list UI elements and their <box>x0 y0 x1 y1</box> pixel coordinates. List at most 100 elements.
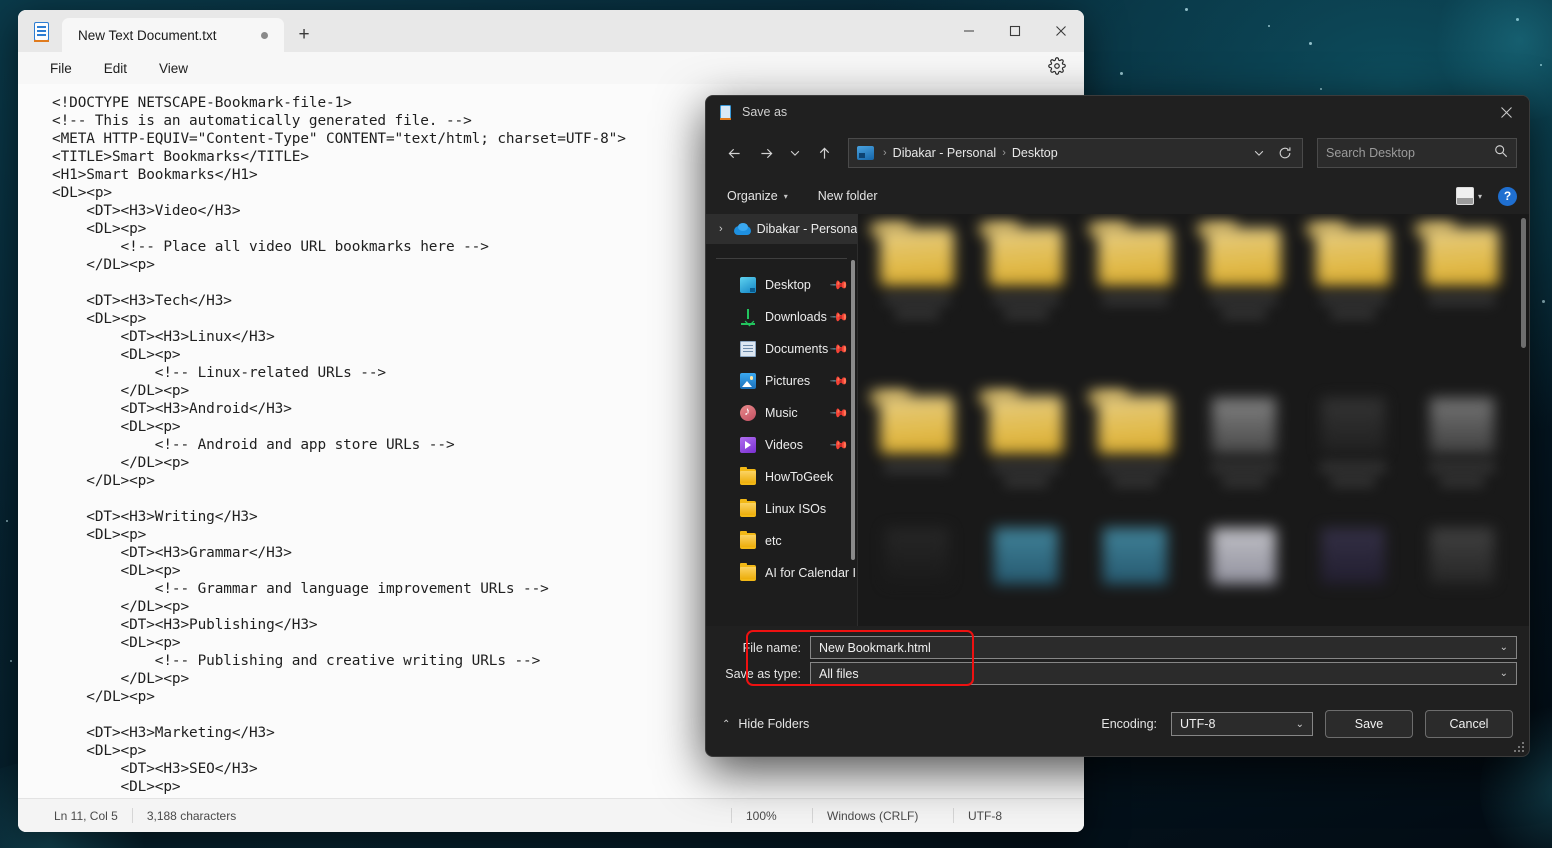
pin-icon[interactable]: 📌 <box>829 307 849 327</box>
maximize-button[interactable] <box>992 10 1038 52</box>
sidebar-item-label: Music <box>765 406 798 420</box>
breadcrumb-desktop[interactable]: Desktop <box>1012 146 1058 160</box>
pin-icon[interactable]: 📌 <box>829 275 849 295</box>
sidebar-item-ai-for-calendar[interactable]: AI for Calendar I <box>706 557 857 589</box>
file-item[interactable] <box>1080 220 1189 330</box>
sidebar-divider <box>716 258 847 259</box>
arrow-right-icon[interactable] <box>750 137 782 169</box>
sidebar-item-label: Linux ISOs <box>765 502 826 516</box>
sidebar-item-music[interactable]: Music 📌 <box>706 397 857 429</box>
sidebar-item-documents[interactable]: Documents 📌 <box>706 333 857 365</box>
menu-view[interactable]: View <box>143 57 204 80</box>
sidebar-item-howtogeek[interactable]: HowToGeek <box>706 461 857 493</box>
file-item[interactable] <box>862 220 971 330</box>
file-item[interactable] <box>1298 388 1407 498</box>
chevron-right-icon[interactable]: › <box>714 223 728 235</box>
hide-folders-button[interactable]: ⌃ Hide Folders <box>722 717 809 731</box>
new-folder-button[interactable]: New folder <box>809 184 887 208</box>
new-tab-button[interactable]: + <box>284 18 324 52</box>
sidebar-item-videos[interactable]: Videos 📌 <box>706 429 857 461</box>
star <box>1309 42 1312 45</box>
help-button[interactable]: ? <box>1498 187 1517 206</box>
file-item[interactable] <box>1189 518 1298 626</box>
sidebar-item-label: Videos <box>765 438 803 452</box>
chevron-down-icon[interactable]: ⌄ <box>1500 668 1508 679</box>
dialog-title: Save as <box>742 105 787 119</box>
file-item[interactable] <box>1407 220 1516 330</box>
chevron-down-icon[interactable]: ⌄ <box>1296 719 1304 730</box>
status-line-ending[interactable]: Windows (CRLF) <box>813 809 953 823</box>
address-bar[interactable]: › Dibakar - Personal › Desktop <box>848 138 1303 168</box>
search-box[interactable] <box>1317 138 1517 168</box>
arrow-left-icon[interactable] <box>718 137 750 169</box>
sidebar-item-label: etc <box>765 534 782 548</box>
file-item[interactable] <box>971 388 1080 498</box>
sidebar-item-dibakar-personal[interactable]: › Dibakar - Personal <box>706 214 857 244</box>
menu-file[interactable]: File <box>34 57 88 80</box>
pin-icon[interactable]: 📌 <box>829 339 849 359</box>
file-list[interactable] <box>857 214 1529 626</box>
save-as-type-value: All files <box>819 667 859 681</box>
resize-grip[interactable] <box>1514 742 1524 752</box>
file-item[interactable] <box>971 220 1080 330</box>
save-as-dialog: Save as › Dibakar - Personal › <box>705 95 1530 757</box>
star <box>6 520 8 522</box>
sidebar-root-label: Dibakar - Personal <box>757 222 857 236</box>
save-button[interactable]: Save <box>1325 710 1413 738</box>
sidebar-item-desktop[interactable]: Desktop 📌 <box>706 269 857 301</box>
sidebar-item-label: Desktop <box>765 278 811 292</box>
tab-modified-indicator[interactable] <box>261 32 268 39</box>
view-mode-icon[interactable] <box>1456 187 1474 205</box>
chevron-up-icon: ⌃ <box>722 719 730 730</box>
encoding-value: UTF-8 <box>1180 717 1215 731</box>
file-item[interactable] <box>1080 388 1189 498</box>
pin-icon[interactable]: 📌 <box>829 371 849 391</box>
breadcrumb-separator: › <box>877 147 893 159</box>
refresh-icon[interactable] <box>1272 140 1298 166</box>
sidebar-item-downloads[interactable]: Downloads 📌 <box>706 301 857 333</box>
file-item[interactable] <box>1298 220 1407 330</box>
close-button[interactable] <box>1038 10 1084 52</box>
pin-icon[interactable]: 📌 <box>829 403 849 423</box>
file-item[interactable] <box>1407 388 1516 498</box>
chevron-down-icon[interactable] <box>1246 140 1272 166</box>
gear-icon[interactable] <box>1048 57 1070 79</box>
breadcrumb-dibakar-personal[interactable]: Dibakar - Personal <box>893 146 997 160</box>
arrow-up-icon[interactable] <box>808 137 840 169</box>
file-item[interactable] <box>1298 518 1407 626</box>
tab-new-text-document[interactable]: New Text Document.txt <box>62 18 284 52</box>
sidebar-item-linux-isos[interactable]: Linux ISOs <box>706 493 857 525</box>
search-icon[interactable] <box>1494 144 1508 163</box>
file-list-scrollbar[interactable] <box>1521 218 1526 348</box>
file-item[interactable] <box>1189 220 1298 330</box>
sidebar-item-etc[interactable]: etc <box>706 525 857 557</box>
file-item[interactable] <box>1080 518 1189 626</box>
notepad-menubar: File Edit View <box>18 52 1084 84</box>
pin-icon[interactable]: 📌 <box>829 435 849 455</box>
sidebar-scrollbar[interactable] <box>851 260 855 560</box>
save-as-type-select[interactable]: All files ⌄ <box>810 662 1517 685</box>
chevron-down-icon[interactable]: ▾ <box>1478 192 1482 201</box>
minimize-button[interactable] <box>946 10 992 52</box>
dialog-toolbar: Organize ▾ New folder ▾ ? <box>706 178 1529 214</box>
file-item[interactable] <box>862 518 971 626</box>
folder-icon <box>740 501 756 517</box>
status-encoding[interactable]: UTF-8 <box>954 809 1084 823</box>
chevron-down-icon[interactable]: ⌄ <box>1500 642 1508 653</box>
organize-button[interactable]: Organize ▾ <box>718 184 797 208</box>
search-input[interactable] <box>1326 146 1494 160</box>
file-item[interactable] <box>1189 388 1298 498</box>
star <box>1120 72 1123 75</box>
encoding-select[interactable]: UTF-8 ⌄ <box>1171 712 1313 736</box>
chevron-down-icon[interactable] <box>782 137 808 169</box>
close-icon[interactable] <box>1483 96 1529 128</box>
status-zoom-level[interactable]: 100% <box>732 809 812 823</box>
notepad-icon <box>718 104 733 121</box>
file-item[interactable] <box>1407 518 1516 626</box>
menu-edit[interactable]: Edit <box>88 57 143 80</box>
file-name-input[interactable]: New Bookmark.html ⌄ <box>810 636 1517 659</box>
sidebar-item-pictures[interactable]: Pictures 📌 <box>706 365 857 397</box>
file-item[interactable] <box>862 388 971 498</box>
cancel-button[interactable]: Cancel <box>1425 710 1513 738</box>
file-item[interactable] <box>971 518 1080 626</box>
